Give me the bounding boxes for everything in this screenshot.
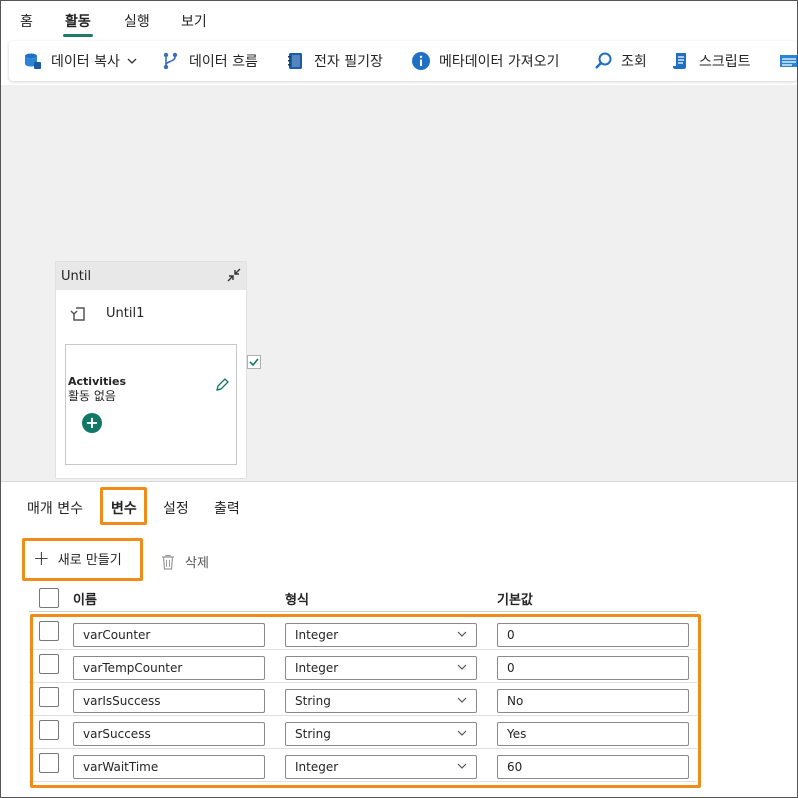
variable-type-value: Integer <box>295 760 339 774</box>
variable-type-value: String <box>295 694 331 708</box>
chevron-down-icon <box>127 58 137 64</box>
toolbar-notebook-label: 전자 필기장 <box>314 54 383 70</box>
delete-variable-button[interactable]: 삭제 <box>161 552 209 571</box>
variable-default-input[interactable]: Yes <box>497 722 689 746</box>
tab-settings[interactable]: 설정 <box>163 498 189 518</box>
plus-icon: + <box>33 546 50 570</box>
column-header-type: 형식 <box>285 593 309 608</box>
variable-type-select[interactable]: Integer <box>285 623 477 647</box>
tab-variables[interactable]: 변수 <box>111 498 137 518</box>
until-card-type-label: Until <box>61 268 92 284</box>
table-row: varWaitTime Integer 60 <box>29 749 697 782</box>
top-menu-bar: 홈 활동 실행 보기 <box>1 1 797 39</box>
row-checkbox[interactable] <box>39 654 59 674</box>
toolbar-more-button[interactable] <box>779 41 797 81</box>
chevron-down-icon <box>457 730 467 736</box>
lookup-icon <box>595 52 612 69</box>
edit-pencil-icon[interactable] <box>214 377 230 393</box>
tab-output[interactable]: 출력 <box>214 498 240 518</box>
chevron-down-icon <box>457 697 467 703</box>
toolbar-lookup-label: 조회 <box>621 54 647 70</box>
pipeline-canvas[interactable]: Until Until1 Activities 활동 없음 + <box>1 85 797 481</box>
toolbar-get-metadata-label: 메타데이터 가져오기 <box>439 54 560 70</box>
trash-icon <box>162 554 174 570</box>
row-checkbox[interactable] <box>39 687 59 707</box>
tab-parameters[interactable]: 매개 변수 <box>27 498 83 518</box>
variable-type-select[interactable]: Integer <box>285 656 477 680</box>
variable-type-select[interactable]: String <box>285 689 477 713</box>
loop-icon <box>70 307 85 321</box>
database-copy-icon <box>25 53 41 69</box>
variable-default-input[interactable]: 0 <box>497 623 689 647</box>
toolbar-copy-data-button[interactable]: 데이터 복사 <box>23 41 138 81</box>
checkmark-icon <box>249 358 259 367</box>
row-checkbox[interactable] <box>39 753 59 773</box>
table-row: varIsSuccess String No <box>29 683 697 716</box>
variable-name-input[interactable]: varCounter <box>73 623 265 647</box>
dataflow-icon <box>163 52 178 70</box>
notebook-icon <box>288 53 302 69</box>
row-checkbox[interactable] <box>39 621 59 641</box>
chevron-down-icon <box>457 631 467 637</box>
variable-type-select[interactable]: Integer <box>285 755 477 779</box>
toolbar-dataflow-label: 데이터 흐름 <box>189 54 258 70</box>
properties-panel: 매개 변수 변수 설정 출력 + 새로 만들기 삭제 이름 형식 기본값 var… <box>1 481 797 797</box>
variable-default-input[interactable]: No <box>497 689 689 713</box>
table-row: varSuccess String Yes <box>29 716 697 749</box>
variable-type-value: String <box>295 727 331 741</box>
chevron-down-icon <box>457 664 467 670</box>
menu-home[interactable]: 홈 <box>20 11 33 31</box>
variable-default-input[interactable]: 0 <box>497 656 689 680</box>
chevron-down-icon <box>457 763 467 769</box>
overflow-activity-icon <box>780 55 797 67</box>
variable-type-select[interactable]: String <box>285 722 477 746</box>
variable-default-input[interactable]: 60 <box>497 755 689 779</box>
until-activity-name: Until1 <box>106 305 145 321</box>
variable-type-value: Integer <box>295 661 339 675</box>
column-header-default: 기본값 <box>497 593 533 608</box>
menu-view[interactable]: 보기 <box>181 11 207 31</box>
toolbar-notebook-button[interactable]: 전자 필기장 <box>286 41 383 81</box>
until-activity-card[interactable]: Until Until1 Activities 활동 없음 + <box>55 261 247 479</box>
toolbar-copy-data-label: 데이터 복사 <box>51 54 120 70</box>
active-menu-indicator <box>63 34 93 37</box>
success-connector-checkbox[interactable] <box>247 355 261 369</box>
activities-empty-text: 활동 없음 <box>68 389 116 403</box>
script-icon <box>673 53 686 69</box>
variable-name-input[interactable]: varWaitTime <box>73 755 265 779</box>
add-activity-button[interactable]: + <box>82 413 102 433</box>
collapse-icon[interactable] <box>226 267 242 283</box>
column-header-name: 이름 <box>73 593 97 608</box>
info-icon <box>412 52 430 70</box>
toolbar-script-label: 스크립트 <box>699 54 751 70</box>
toolbar-dataflow-button[interactable]: 데이터 흐름 <box>161 41 258 81</box>
delete-variable-label: 삭제 <box>185 556 209 571</box>
toolbar-script-button[interactable]: 스크립트 <box>671 41 751 81</box>
variable-name-input[interactable]: varTempCounter <box>73 656 265 680</box>
toolbar-get-metadata-button[interactable]: 메타데이터 가져오기 <box>411 41 559 81</box>
select-all-checkbox[interactable] <box>39 588 59 608</box>
new-variable-button[interactable]: + 새로 만들기 <box>33 548 122 568</box>
variable-name-input[interactable]: varIsSuccess <box>73 689 265 713</box>
until-activities-container: Activities 활동 없음 + <box>65 344 237 465</box>
menu-activities[interactable]: 활동 <box>65 11 91 31</box>
table-row: varCounter Integer 0 <box>29 617 697 650</box>
row-checkbox[interactable] <box>39 720 59 740</box>
until-name-row: Until1 <box>68 302 144 324</box>
until-card-header: Until <box>56 262 246 290</box>
variable-type-value: Integer <box>295 628 339 642</box>
new-variable-label: 새로 만들기 <box>57 552 122 568</box>
toolbar-lookup-button[interactable]: 조회 <box>593 41 647 81</box>
variables-table-header: 이름 형식 기본값 <box>29 586 697 612</box>
variable-name-input[interactable]: varSuccess <box>73 722 265 746</box>
activities-toolbar: 데이터 복사 데이터 흐름 전자 필기장 메타데이터 가져오기 조회 스크립트 <box>9 41 797 81</box>
menu-run[interactable]: 실행 <box>124 11 150 31</box>
table-row: varTempCounter Integer 0 <box>29 650 697 683</box>
